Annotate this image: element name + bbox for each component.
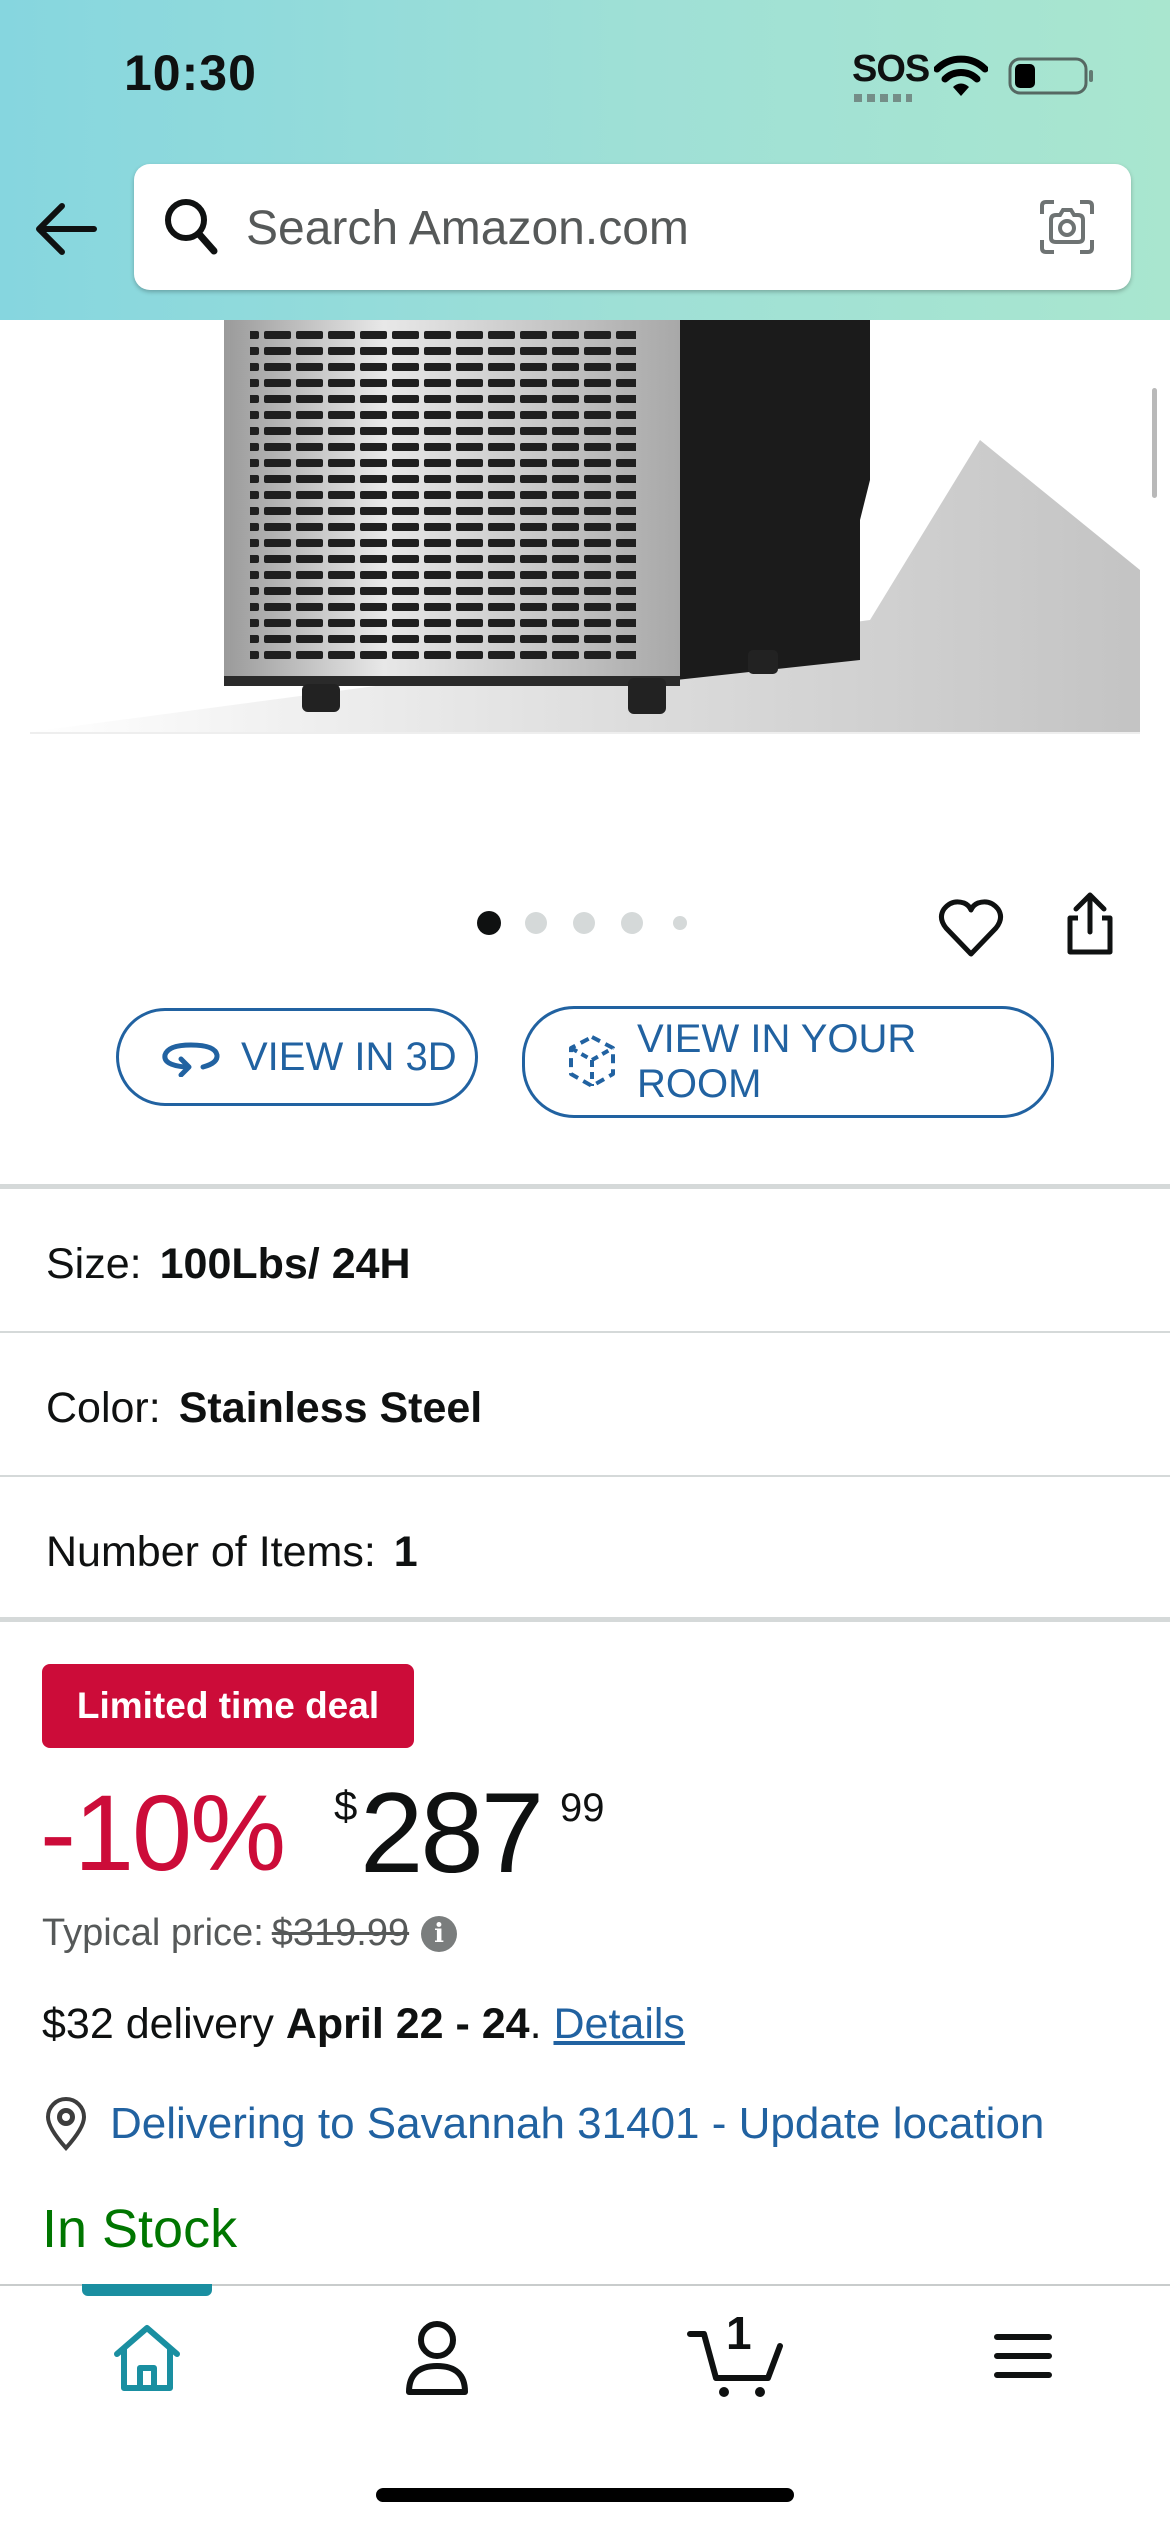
account-icon[interactable] bbox=[404, 2318, 470, 2396]
stock-status: In Stock bbox=[42, 2199, 238, 2259]
carousel-dot[interactable] bbox=[673, 916, 687, 930]
cart-count-badge: 1 bbox=[726, 2307, 752, 2359]
wifi-icon bbox=[934, 55, 988, 96]
scrollbar[interactable] bbox=[1152, 388, 1157, 498]
variation-value: 100Lbs/ 24H bbox=[159, 1239, 411, 1288]
delivery-suffix: . bbox=[529, 2000, 554, 2048]
search-input[interactable] bbox=[244, 198, 1008, 258]
location-pin-icon bbox=[45, 2097, 87, 2151]
carousel-dot[interactable] bbox=[573, 912, 595, 934]
nav-active-indicator bbox=[82, 2284, 212, 2296]
row-divider bbox=[0, 1331, 1170, 1333]
carousel-dot[interactable] bbox=[621, 912, 643, 934]
delivery-location-link[interactable]: Delivering to Savannah 31401 - Update lo… bbox=[42, 2096, 1044, 2152]
typical-price-label: Typical price: bbox=[42, 1912, 264, 1954]
status-time: 10:30 bbox=[124, 45, 257, 101]
section-divider bbox=[0, 1184, 1170, 1189]
home-icon[interactable] bbox=[110, 2322, 184, 2394]
price-currency: $ bbox=[334, 1782, 358, 1829]
delivery-details-link[interactable]: Details bbox=[553, 2000, 684, 2048]
view-in-your-room-label: VIEW IN YOUR ROOM bbox=[637, 1017, 917, 1106]
home-indicator[interactable] bbox=[376, 2488, 794, 2502]
delivery-prefix: $32 delivery bbox=[42, 2000, 286, 2048]
price-fraction: 99 bbox=[560, 1786, 605, 1830]
back-arrow-icon[interactable] bbox=[32, 196, 100, 262]
search-icon bbox=[165, 199, 218, 255]
view-in-your-room-button[interactable]: VIEW IN YOUR ROOM bbox=[522, 1006, 1054, 1118]
view-in-3d-button[interactable]: VIEW IN 3D bbox=[116, 1008, 478, 1106]
variation-value: Stainless Steel bbox=[178, 1383, 483, 1432]
location-text: Delivering to Savannah 31401 - Update lo… bbox=[110, 2099, 1045, 2148]
typical-price-value: $319.99 bbox=[271, 1912, 410, 1954]
discount-percent: -10% bbox=[40, 1772, 286, 1893]
section-divider bbox=[0, 1617, 1170, 1622]
carousel-dot-active[interactable] bbox=[477, 911, 501, 935]
heart-icon[interactable] bbox=[938, 898, 1004, 958]
delivery-info: $32 delivery April 22 - 24. Details bbox=[42, 2000, 685, 2049]
view-in-3d-label: VIEW IN 3D bbox=[241, 1034, 457, 1079]
delivery-dates: April 22 - 24 bbox=[285, 2000, 530, 2048]
carousel-dot[interactable] bbox=[525, 912, 547, 934]
variation-label: Size: bbox=[46, 1239, 142, 1288]
variation-label: Color: bbox=[46, 1383, 161, 1432]
row-divider bbox=[0, 1475, 1170, 1477]
price-whole: 287 bbox=[360, 1770, 544, 1897]
menu-icon[interactable] bbox=[994, 2332, 1052, 2380]
variation-value: 1 bbox=[393, 1527, 418, 1576]
product-image[interactable] bbox=[0, 320, 1170, 750]
ar-cube-icon bbox=[569, 1035, 615, 1088]
variation-number-of-items[interactable]: Number of Items: 1 bbox=[46, 1522, 418, 1582]
variation-label: Number of Items: bbox=[46, 1527, 376, 1576]
info-icon[interactable]: i bbox=[421, 1915, 458, 1952]
variation-size[interactable]: Size: 100Lbs/ 24H bbox=[46, 1234, 411, 1294]
share-icon[interactable] bbox=[1064, 890, 1116, 956]
battery-icon bbox=[1008, 57, 1093, 95]
signal-dots bbox=[854, 94, 912, 102]
limited-time-deal-badge: Limited time deal bbox=[42, 1664, 414, 1748]
typical-price: Typical price: $319.99 i bbox=[42, 1912, 458, 1955]
variation-color[interactable]: Color: Stainless Steel bbox=[46, 1378, 482, 1438]
sos-indicator: SOS bbox=[852, 48, 930, 90]
camera-icon[interactable] bbox=[1038, 198, 1096, 256]
rotate-3d-icon bbox=[162, 1042, 220, 1077]
